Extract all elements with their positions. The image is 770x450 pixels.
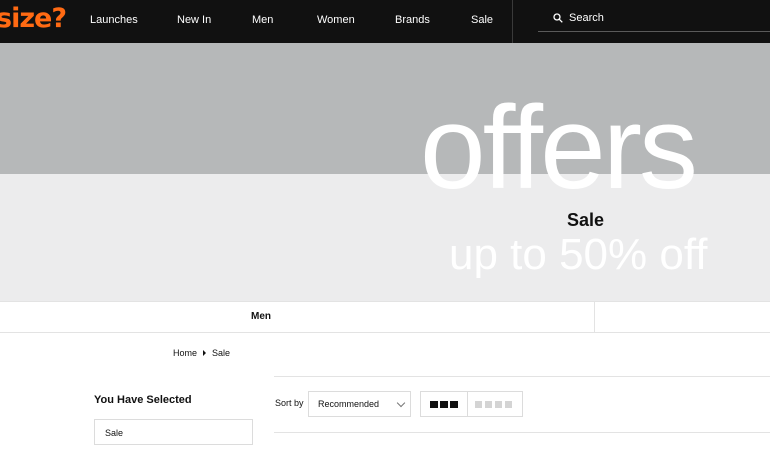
grid-square: [440, 401, 448, 408]
selected-filter-chip[interactable]: Sale: [94, 419, 253, 445]
breadcrumb: Home Sale: [173, 348, 230, 358]
grid-square: [475, 401, 482, 408]
breadcrumb-current: Sale: [212, 348, 231, 358]
nav-item-men[interactable]: Men: [252, 13, 273, 27]
grid-layout-toggle: [420, 391, 523, 417]
nav-item-brands[interactable]: Brands: [395, 13, 430, 27]
nav-item-new-in[interactable]: New In: [177, 13, 211, 27]
grid-square: [495, 401, 502, 408]
nav-divider: [512, 0, 513, 43]
sort-label: Sort by: [275, 398, 304, 408]
sort-dropdown[interactable]: Recommended: [308, 391, 411, 417]
sale-banner: offers Sale up to 50% off: [0, 43, 770, 301]
nav-item-women[interactable]: Women: [317, 13, 355, 27]
top-nav: size? Launches New In Men Women Brands S…: [0, 0, 770, 43]
banner-subtitle: up to 50% off: [449, 230, 708, 279]
chevron-down-icon: [396, 398, 406, 408]
search-icon: [553, 13, 563, 23]
grid-square: [430, 401, 438, 408]
search-label: Search: [569, 12, 604, 24]
breadcrumb-arrow-icon: [203, 350, 207, 357]
category-tabs: Men: [0, 301, 770, 333]
sort-selected-value: Recommended: [318, 399, 380, 409]
grid-square: [450, 401, 458, 408]
toggle-divider: [467, 392, 468, 416]
tab-men[interactable]: Men: [251, 311, 271, 322]
search-input[interactable]: Search: [538, 6, 770, 32]
breadcrumb-home[interactable]: Home: [173, 348, 197, 358]
nav-item-sale[interactable]: Sale: [471, 13, 493, 27]
grid-square: [485, 401, 492, 408]
selected-filters-heading: You Have Selected: [94, 394, 192, 406]
banner-headline: offers: [420, 82, 698, 214]
site-logo[interactable]: size?: [0, 2, 67, 36]
grid-square: [505, 401, 512, 408]
nav-item-launches[interactable]: Launches: [90, 13, 138, 27]
toolbar-top-divider: [274, 376, 770, 377]
page-title: Sale: [567, 210, 605, 230]
toolbar-bottom-divider: [274, 432, 770, 433]
tab-divider: [594, 302, 595, 332]
